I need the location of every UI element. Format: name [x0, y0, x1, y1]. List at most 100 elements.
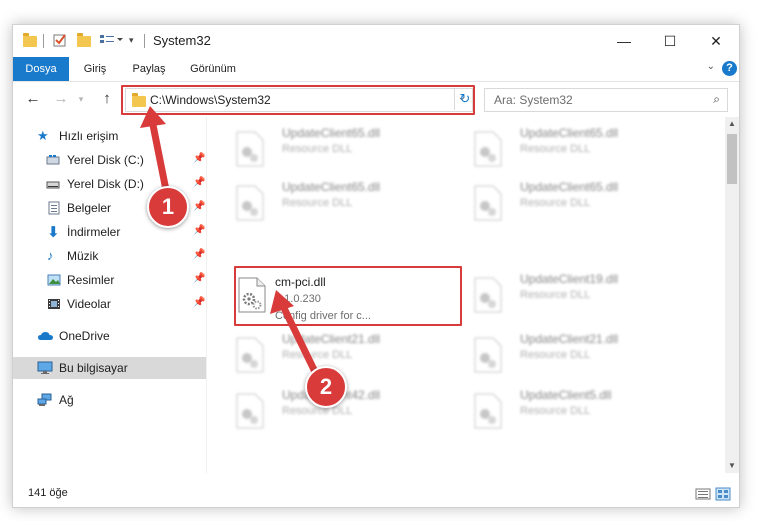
customize-toolbar-icon[interactable]	[99, 33, 125, 49]
file-name: UpdateClient5.dll	[520, 388, 612, 402]
callout-badge-2: 2	[305, 366, 347, 408]
dll-file-icon	[474, 185, 502, 221]
tab-home[interactable]: Giriş	[77, 57, 113, 81]
highlight-box-address	[121, 85, 475, 115]
pin-icon[interactable]: 📌	[193, 273, 205, 284]
documents-icon	[48, 201, 60, 215]
status-bar: 141 öğe	[13, 483, 739, 507]
navigation-pane: ★ Hızlı erişim Yerel Disk (C:) 📌 Yerel D…	[13, 117, 207, 473]
file-item[interactable]: UpdateClient65.dll Resource DLL	[445, 175, 670, 225]
chevron-down-icon: ▾	[78, 94, 84, 104]
download-icon: ⬇	[47, 224, 60, 241]
recent-locations-button[interactable]: ▾	[71, 89, 91, 109]
help-icon[interactable]: ?	[722, 61, 737, 76]
file-item[interactable]: UpdateClient65.dll Resource DLL	[207, 175, 432, 225]
sidebar-item-local-disk-c[interactable]: Yerel Disk (C:) 📌	[13, 149, 206, 171]
file-item[interactable]: UpdateClient5.dll Resource DLL	[445, 383, 670, 433]
pin-icon[interactable]: 📌	[193, 201, 205, 212]
sidebar-item-label: Müzik	[67, 249, 99, 263]
scroll-up-icon[interactable]: ▲	[725, 117, 739, 131]
close-button[interactable]: ✕	[693, 25, 739, 57]
file-name: UpdateClient65.dll	[282, 180, 381, 194]
file-description: Resource DLL	[520, 349, 591, 361]
arrow-left-icon: ←	[25, 90, 41, 107]
file-description: Resource DLL	[282, 143, 353, 155]
sidebar-item-quick-access[interactable]: ★ Hızlı erişim	[13, 125, 206, 147]
arrow-right-icon: →	[53, 90, 69, 107]
file-description: Resource DLL	[520, 143, 591, 155]
title-bar: ▾ System32 — ☐ ✕	[13, 25, 739, 57]
close-icon: ✕	[710, 33, 722, 49]
sidebar-item-pictures[interactable]: Resimler 📌	[13, 269, 206, 291]
drive-icon	[46, 155, 60, 165]
file-name: UpdateClient21.dll	[520, 332, 619, 346]
file-name: UpdateClient19.dll	[520, 272, 619, 286]
sidebar-item-label: Videolar	[67, 297, 111, 311]
computer-icon	[37, 361, 53, 374]
pin-icon[interactable]: 📌	[193, 177, 205, 188]
pin-icon[interactable]: 📌	[193, 153, 205, 164]
large-icons-view-icon[interactable]	[715, 487, 731, 501]
sidebar-item-label: Bu bilgisayar	[59, 361, 128, 375]
pin-icon[interactable]: 📌	[193, 249, 205, 260]
explorer-window: ▾ System32 — ☐ ✕ Dosya Giriş Paylaş Görü…	[12, 24, 740, 508]
scroll-down-icon[interactable]: ▼	[725, 459, 739, 473]
music-icon: ♪	[47, 248, 54, 263]
minimize-button[interactable]: —	[601, 25, 647, 57]
details-view-icon[interactable]	[695, 487, 711, 501]
back-button[interactable]: ←	[23, 89, 43, 109]
toolbar-separator	[144, 34, 145, 48]
sidebar-item-label: Resimler	[67, 273, 115, 287]
vertical-scrollbar[interactable]: ▲ ▼	[725, 117, 739, 473]
search-placeholder: Ara: System32	[494, 93, 573, 107]
file-description: Resource DLL	[282, 349, 353, 361]
search-box[interactable]: Ara: System32 ⌕	[484, 88, 728, 112]
window-title: System32	[153, 33, 211, 48]
file-description: Resource DLL	[282, 405, 353, 417]
expand-ribbon-icon[interactable]: ⌄	[707, 61, 715, 72]
network-icon	[37, 393, 52, 406]
sidebar-item-onedrive[interactable]: OneDrive	[13, 325, 206, 347]
file-item[interactable]: UpdateClient19.dll Resource DLL	[445, 267, 670, 317]
pin-icon[interactable]: 📌	[193, 297, 205, 308]
file-description: Resource DLL	[282, 197, 353, 209]
new-folder-icon[interactable]	[77, 33, 91, 49]
sidebar-item-label: Ağ	[59, 393, 74, 407]
properties-icon[interactable]	[53, 33, 67, 49]
dll-file-icon	[236, 185, 264, 221]
dll-file-icon	[474, 393, 502, 429]
scroll-thumb[interactable]	[727, 134, 737, 184]
dll-file-icon	[474, 277, 502, 313]
star-icon: ★	[37, 128, 49, 143]
file-name: UpdateClient65.dll	[282, 126, 381, 140]
sidebar-item-this-pc[interactable]: Bu bilgisayar	[13, 357, 206, 379]
sidebar-item-label: OneDrive	[59, 329, 110, 343]
file-item[interactable]: UpdateClient65.dll Resource DLL	[207, 121, 432, 171]
pin-icon[interactable]: 📌	[193, 225, 205, 236]
minimize-icon: —	[617, 33, 631, 49]
tab-share[interactable]: Paylaş	[127, 57, 171, 81]
sidebar-item-network[interactable]: Ağ	[13, 389, 206, 411]
file-description: Resource DLL	[520, 197, 591, 209]
forward-button[interactable]: →	[51, 89, 71, 109]
maximize-button[interactable]: ☐	[647, 25, 693, 57]
file-description: Resource DLL	[520, 289, 591, 301]
file-name: UpdateClient65.dll	[520, 126, 619, 140]
tab-view[interactable]: Görünüm	[185, 57, 241, 81]
chevron-down-icon[interactable]: ▾	[129, 35, 139, 51]
arrow-up-icon: ↑	[103, 90, 111, 107]
tab-file[interactable]: Dosya	[13, 57, 69, 81]
pictures-icon	[47, 274, 61, 286]
dll-file-icon	[474, 337, 502, 373]
file-name: UpdateClient21.dll	[282, 332, 381, 346]
file-name: UpdateClient65.dll	[520, 180, 619, 194]
file-item[interactable]: UpdateClient65.dll Resource DLL	[445, 121, 670, 171]
file-item[interactable]: UpdateClient21.dll Resource DLL	[445, 327, 670, 377]
dll-file-icon	[236, 131, 264, 167]
ribbon-tabs: Dosya Giriş Paylaş Görünüm ⌄ ?	[13, 57, 739, 82]
up-button[interactable]: ↑	[97, 89, 117, 109]
sidebar-item-videos[interactable]: Videolar 📌	[13, 293, 206, 315]
cloud-icon	[38, 332, 53, 340]
sidebar-item-label: Belgeler	[67, 201, 112, 215]
sidebar-item-music[interactable]: ♪ Müzik 📌	[13, 245, 206, 267]
